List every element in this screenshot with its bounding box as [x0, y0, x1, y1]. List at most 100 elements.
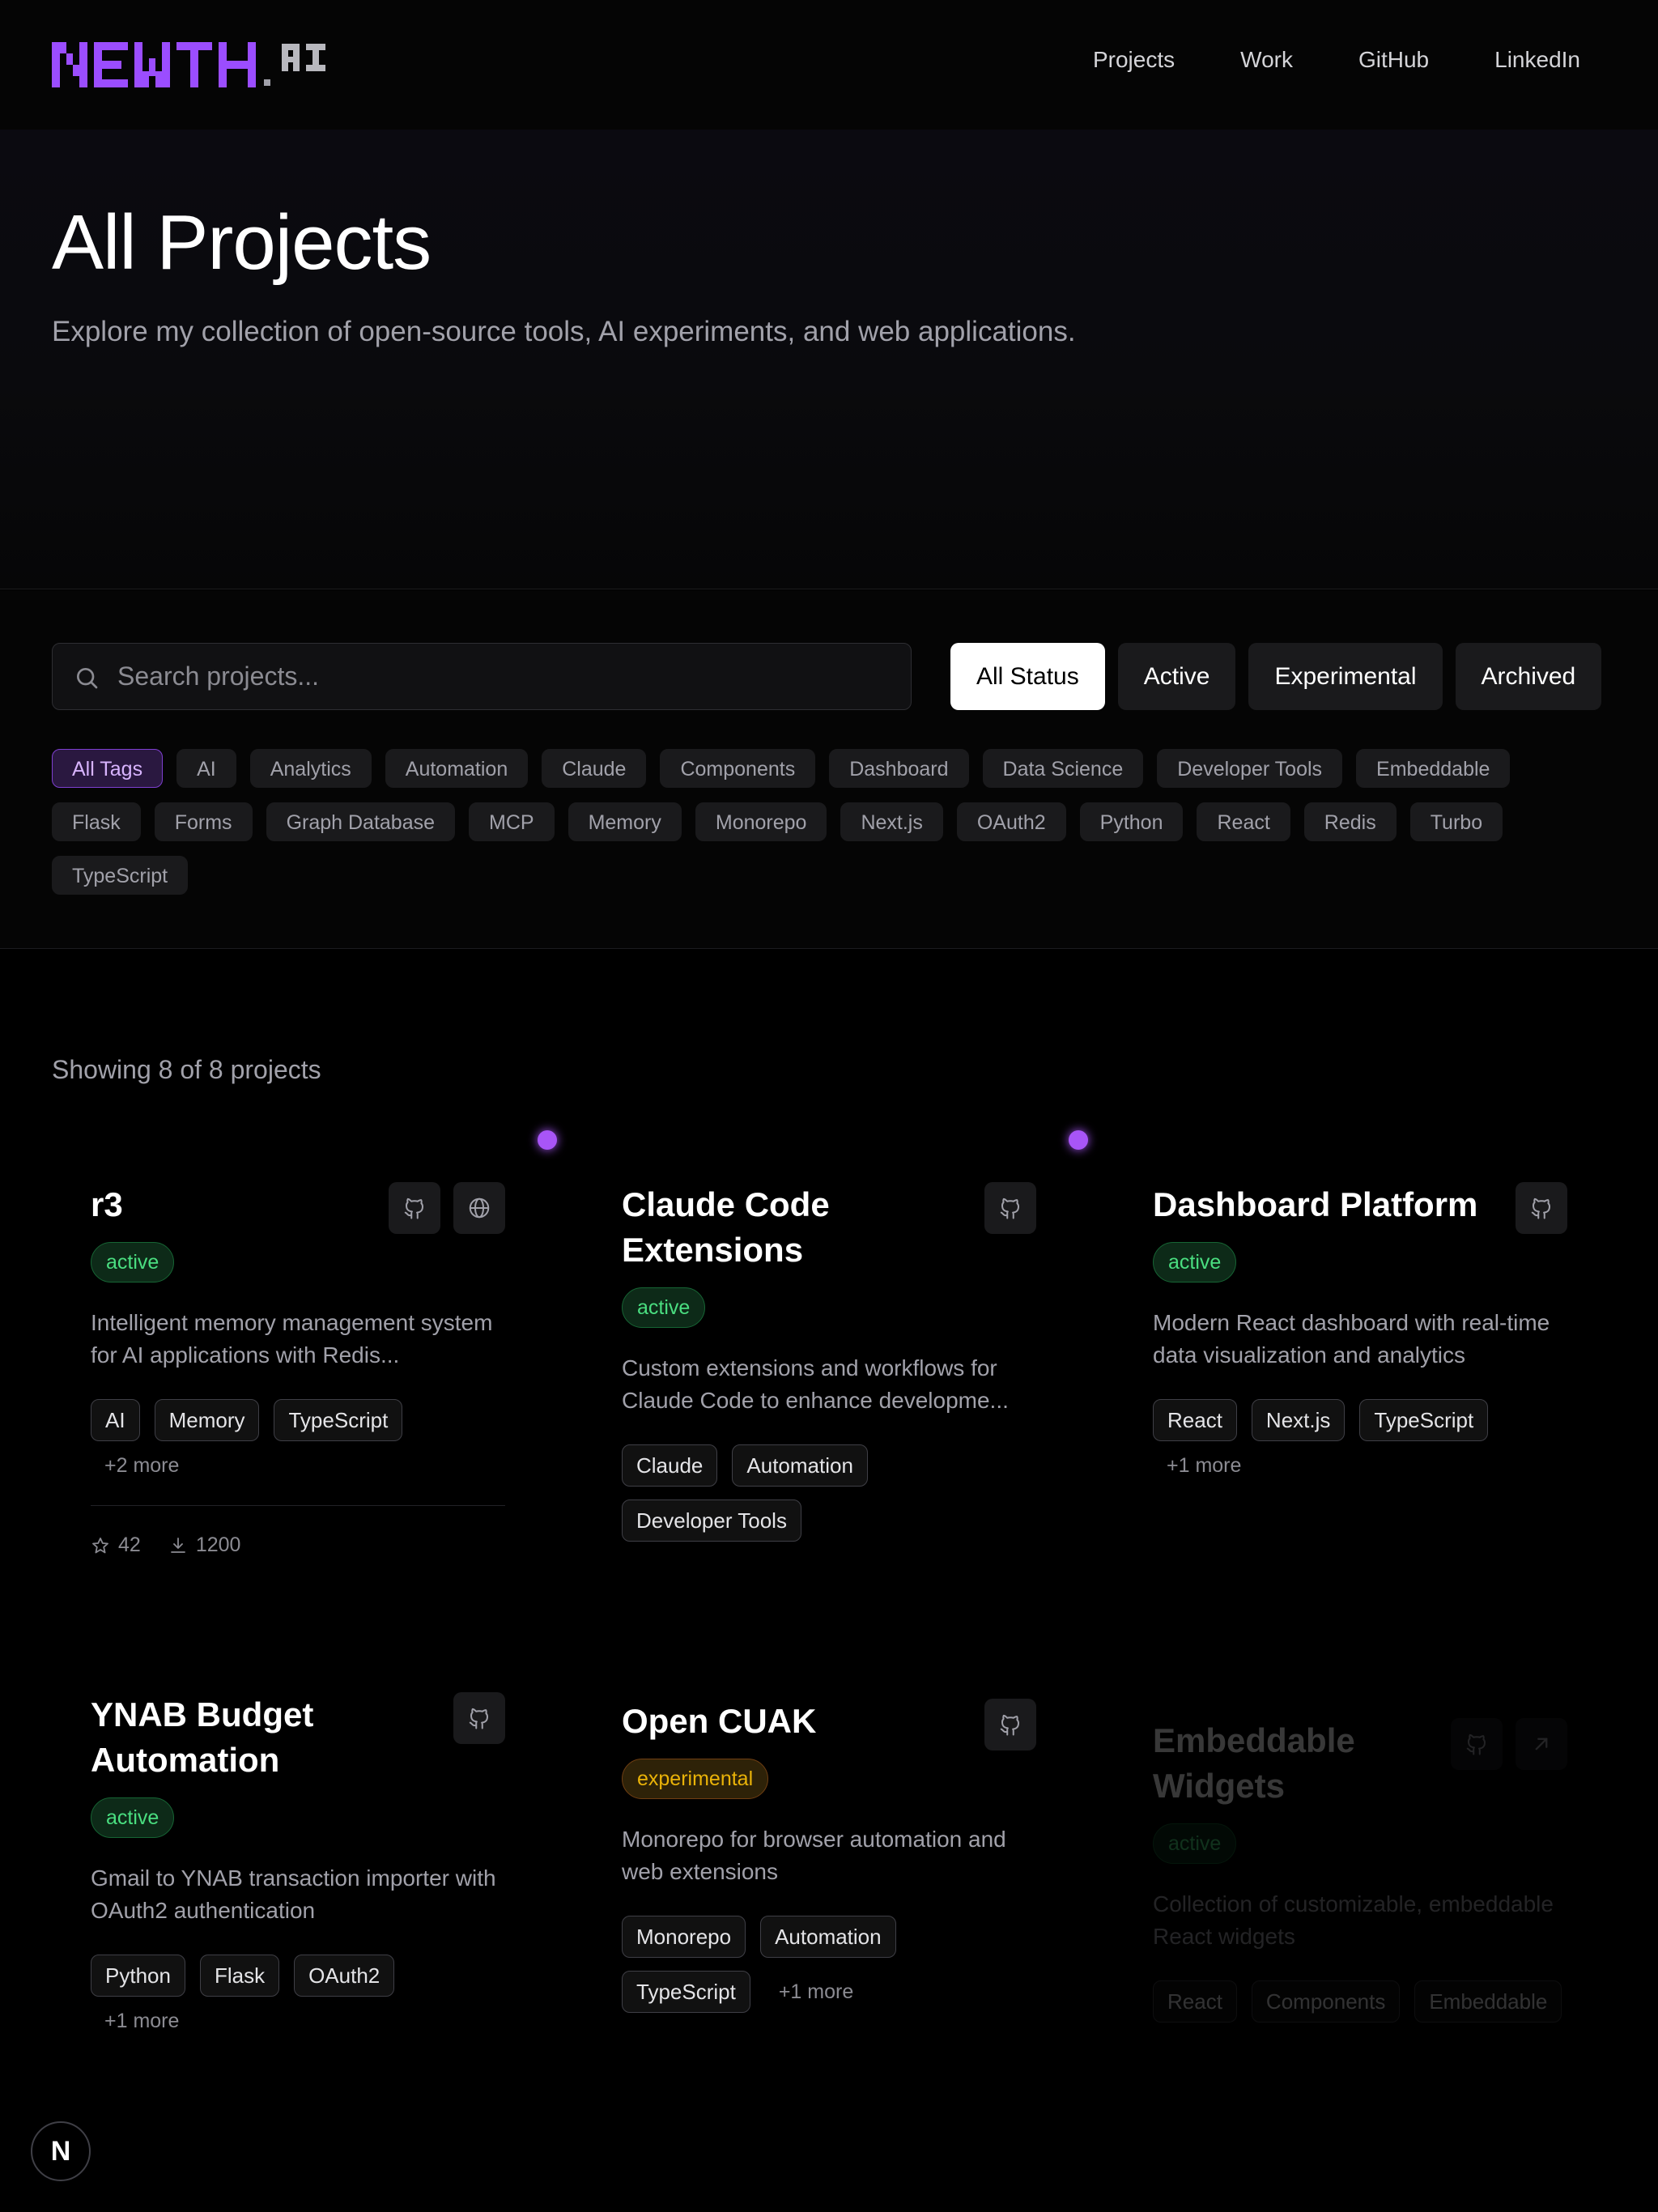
project-links: [1451, 1718, 1567, 1770]
page-title: All Projects: [52, 199, 432, 286]
featured-indicator-dot: [1069, 1130, 1088, 1150]
project-description: Intelligent memory management system for…: [91, 1310, 493, 1368]
tag-filter-dashboard[interactable]: Dashboard: [829, 749, 969, 788]
project-tag[interactable]: Embeddable: [1414, 1980, 1562, 2023]
tag-filter-embeddable[interactable]: Embeddable: [1356, 749, 1511, 788]
card-divider: [91, 1505, 505, 1506]
tag-filter-data-science[interactable]: Data Science: [982, 749, 1144, 788]
project-links: [453, 1692, 505, 1744]
nextjs-dev-indicator[interactable]: N: [31, 2121, 91, 2181]
page: Projects Work GitHub LinkedIn All Projec…: [0, 0, 1658, 2212]
nav-linkedin[interactable]: LinkedIn: [1494, 47, 1580, 73]
search-box[interactable]: [52, 643, 912, 710]
tag-filter-forms[interactable]: Forms: [154, 802, 253, 841]
project-stats: 42 1200: [91, 1534, 505, 1557]
filter-bar: All Status Active Experimental Archived …: [0, 590, 1658, 949]
tag-filter-typescript[interactable]: TypeScript: [52, 856, 189, 895]
project-tag[interactable]: Python: [91, 1955, 185, 1997]
tag-filter-claude[interactable]: Claude: [542, 749, 647, 788]
project-tag[interactable]: TypeScript: [274, 1399, 403, 1441]
github-icon[interactable]: [984, 1182, 1036, 1234]
tag-filter-redis[interactable]: Redis: [1303, 802, 1397, 841]
project-card[interactable]: r3 active Intelligent memory management …: [91, 1182, 505, 1557]
logo[interactable]: [52, 39, 327, 91]
project-title: Embeddable Widgets: [1153, 1721, 1355, 1805]
page-subtitle: Explore my collection of open-source too…: [52, 316, 1076, 347]
tag-filter-oauth2[interactable]: OAuth2: [956, 802, 1066, 841]
project-card[interactable]: Dashboard Platform active Modern React d…: [1153, 1182, 1567, 1478]
project-description: Gmail to YNAB transaction importer with …: [91, 1865, 496, 1923]
tag-filter-mcp[interactable]: MCP: [469, 802, 555, 841]
project-tag[interactable]: OAuth2: [294, 1955, 395, 1997]
tag-filter-turbo[interactable]: Turbo: [1409, 802, 1503, 841]
tag-filter-developer-tools[interactable]: Developer Tools: [1157, 749, 1343, 788]
project-tags: AI Memory TypeScript +2 more: [91, 1399, 505, 1478]
project-tag[interactable]: Developer Tools: [622, 1499, 801, 1542]
project-card[interactable]: YNAB Budget Automation active Gmail to Y…: [91, 1692, 505, 2033]
github-icon[interactable]: [1516, 1182, 1567, 1234]
tag-filter-react[interactable]: React: [1197, 802, 1290, 841]
project-title: Claude Code Extensions: [622, 1185, 830, 1269]
project-tag[interactable]: TypeScript: [1359, 1399, 1489, 1441]
project-tag[interactable]: Components: [1251, 1980, 1401, 2023]
tag-filter-automation[interactable]: Automation: [385, 749, 529, 788]
tag-filter-memory[interactable]: Memory: [568, 802, 682, 841]
nav-github[interactable]: GitHub: [1358, 47, 1429, 73]
project-tag[interactable]: Next.js: [1251, 1399, 1346, 1441]
tag-filter-list: All Tags AI Analytics Automation Claude …: [52, 749, 1606, 895]
more-tags-label: +1 more: [104, 2010, 180, 2032]
status-filter-archived[interactable]: Archived: [1455, 643, 1602, 710]
project-tag[interactable]: AI: [91, 1399, 140, 1441]
project-links: [1516, 1182, 1567, 1234]
project-tag[interactable]: TypeScript: [622, 1971, 750, 2013]
tag-filter-components[interactable]: Components: [660, 749, 816, 788]
tag-filter-all[interactable]: All Tags: [52, 749, 164, 788]
tag-filter-flask[interactable]: Flask: [52, 802, 141, 841]
logo-ai-mark: [282, 44, 325, 71]
more-tags-label: +2 more: [104, 1454, 180, 1477]
project-description: Monorepo for browser automation and web …: [622, 1827, 1006, 1884]
status-badge: experimental: [622, 1759, 769, 1799]
project-links: [389, 1182, 505, 1234]
tag-filter-python[interactable]: Python: [1079, 802, 1184, 841]
status-filter-all[interactable]: All Status: [950, 643, 1105, 710]
project-tag[interactable]: Automation: [732, 1444, 868, 1487]
status-filter-experimental[interactable]: Experimental: [1248, 643, 1443, 710]
project-description: Custom extensions and workflows for Clau…: [622, 1355, 1009, 1413]
search-input[interactable]: [117, 644, 895, 709]
project-tag[interactable]: React: [1153, 1980, 1237, 2023]
project-title: Dashboard Platform: [1153, 1185, 1478, 1223]
status-filter-active[interactable]: Active: [1117, 643, 1236, 710]
nav-projects[interactable]: Projects: [1093, 47, 1175, 73]
project-description: Collection of customizable, embeddable R…: [1153, 1891, 1554, 1949]
project-card[interactable]: Embeddable Widgets active Collection of …: [1153, 1718, 1567, 2023]
project-tag[interactable]: Claude: [622, 1444, 718, 1487]
project-card[interactable]: Open CUAK experimental Monorepo for brow…: [622, 1699, 1036, 2013]
status-filter-group: All Status Active Experimental Archived: [950, 643, 1602, 710]
project-tag[interactable]: Monorepo: [622, 1916, 746, 1958]
status-badge: active: [91, 1797, 175, 1838]
project-tag[interactable]: React: [1153, 1399, 1237, 1441]
tag-filter-ai[interactable]: AI: [176, 749, 236, 788]
project-tag[interactable]: Automation: [760, 1916, 896, 1958]
globe-icon[interactable]: [453, 1182, 505, 1234]
github-icon[interactable]: [389, 1182, 440, 1234]
tag-filter-graph-database[interactable]: Graph Database: [266, 802, 456, 841]
github-icon[interactable]: [1451, 1718, 1503, 1770]
status-badge: active: [91, 1242, 175, 1283]
github-icon[interactable]: [984, 1699, 1036, 1750]
project-tag[interactable]: Flask: [199, 1955, 280, 1997]
search-icon: [77, 668, 98, 689]
download-icon: [170, 1537, 185, 1553]
tag-filter-analytics[interactable]: Analytics: [249, 749, 372, 788]
nav-work[interactable]: Work: [1240, 47, 1293, 73]
external-link-icon[interactable]: [1516, 1718, 1567, 1770]
project-tag[interactable]: Memory: [154, 1399, 260, 1441]
project-links: [984, 1699, 1036, 1750]
tag-filter-nextjs[interactable]: Next.js: [840, 802, 943, 841]
nextjs-logo-icon: N: [50, 2135, 71, 2167]
project-card[interactable]: Claude Code Extensions active Custom ext…: [622, 1182, 1036, 1542]
github-icon[interactable]: [453, 1692, 505, 1744]
tag-filter-monorepo[interactable]: Monorepo: [695, 802, 827, 841]
stars-stat: 42: [91, 1534, 141, 1557]
